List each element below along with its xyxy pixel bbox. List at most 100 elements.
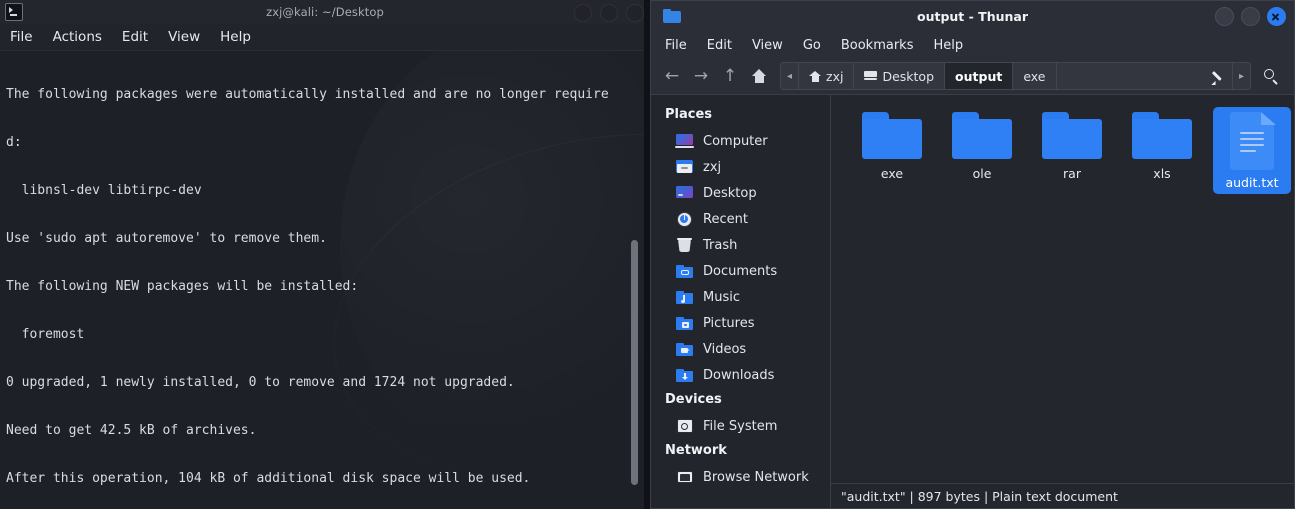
- sidebar-item-desktop[interactable]: Desktop: [651, 180, 830, 206]
- thunar-sidebar: Places Computer zxj Desktop Recent Trash…: [651, 95, 831, 508]
- thunar-menubar: File Edit View Go Bookmarks Help: [651, 31, 1294, 59]
- terminal-menu-edit[interactable]: Edit: [122, 29, 148, 45]
- desktop-icon: [864, 70, 878, 82]
- sidebar-item-file-system[interactable]: File System: [651, 413, 830, 439]
- maximize-button[interactable]: [1241, 7, 1260, 26]
- breadcrumb-scroll-left[interactable]: ◂: [781, 63, 800, 89]
- sidebar-item-browse-network[interactable]: Browse Network: [651, 464, 830, 490]
- harddisk-icon: [675, 418, 694, 434]
- breadcrumb-item-desktop[interactable]: Desktop: [854, 63, 946, 89]
- music-folder-icon: [675, 289, 694, 305]
- arrow-up-icon: ↑: [722, 65, 738, 86]
- terminal-titlebar[interactable]: zxj@kali: ~/Desktop: [0, 0, 650, 24]
- terminal-menu-help[interactable]: Help: [220, 29, 251, 45]
- sidebar-item-recent[interactable]: Recent: [651, 206, 830, 232]
- file-label: xls: [1153, 166, 1171, 181]
- terminal-title: zxj@kali: ~/Desktop: [266, 5, 384, 19]
- network-icon: [675, 469, 694, 485]
- file-item-ole[interactable]: ole: [943, 107, 1021, 194]
- thunar-window: output - Thunar File Edit View Go Bookma…: [650, 0, 1295, 509]
- sidebar-item-label: Downloads: [703, 367, 775, 383]
- back-button[interactable]: ←: [659, 63, 685, 89]
- desktop-icon: [675, 185, 694, 201]
- folder-icon: [1131, 112, 1193, 160]
- terminal-menubar: File Actions Edit View Help: [0, 24, 650, 51]
- terminal-menu-actions[interactable]: Actions: [53, 29, 102, 45]
- thunar-statusbar: "audit.txt" | 897 bytes | Plain text doc…: [831, 483, 1294, 508]
- arrow-left-icon: ←: [664, 65, 680, 86]
- forward-button[interactable]: →: [688, 63, 714, 89]
- sidebar-item-label: Music: [703, 289, 740, 305]
- terminal-line: After this operation, 104 kB of addition…: [6, 471, 531, 486]
- sidebar-item-label: Desktop: [703, 185, 757, 201]
- search-icon: [1263, 68, 1279, 84]
- terminal-line: d:: [6, 135, 22, 150]
- thunar-file-view[interactable]: exe ole rar xls audit.txt: [831, 95, 1294, 508]
- sidebar-item-label: Browse Network: [703, 469, 809, 485]
- arrow-right-icon: →: [693, 65, 709, 86]
- home-icon: [751, 69, 767, 83]
- breadcrumb: ◂ zxj Desktop output exe ▸: [780, 62, 1251, 90]
- breadcrumb-item-zxj[interactable]: zxj: [799, 63, 855, 89]
- thunar-menu-bookmarks[interactable]: Bookmarks: [841, 38, 914, 53]
- pictures-folder-icon: [675, 315, 694, 331]
- sidebar-group-network: Network: [665, 443, 727, 458]
- close-button[interactable]: [626, 4, 644, 22]
- sidebar-item-label: Computer: [703, 133, 768, 149]
- documents-folder-icon: [675, 263, 694, 279]
- terminal-line: 0 upgraded, 1 newly installed, 0 to remo…: [6, 375, 515, 390]
- breadcrumb-item-output[interactable]: output: [945, 63, 1014, 89]
- file-label: exe: [880, 166, 904, 181]
- terminal-menu-view[interactable]: View: [168, 29, 200, 45]
- terminal-output-area[interactable]: The following packages were automaticall…: [0, 51, 650, 509]
- recent-clock-icon: [675, 211, 694, 227]
- sidebar-item-computer[interactable]: Computer: [651, 128, 830, 154]
- file-item-xls[interactable]: xls: [1123, 107, 1201, 194]
- videos-folder-icon: [675, 341, 694, 357]
- minimize-button[interactable]: [574, 4, 592, 22]
- file-item-exe[interactable]: exe: [853, 107, 931, 194]
- thunar-menu-go[interactable]: Go: [803, 38, 821, 53]
- close-icon[interactable]: [1267, 7, 1286, 26]
- sidebar-item-music[interactable]: Music: [651, 284, 830, 310]
- pencil-icon[interactable]: [1212, 69, 1226, 83]
- sidebar-group-places: Places: [665, 107, 713, 122]
- folder-icon: [1041, 112, 1103, 160]
- sidebar-item-documents[interactable]: Documents: [651, 258, 830, 284]
- sidebar-item-pictures[interactable]: Pictures: [651, 310, 830, 336]
- parent-folder-button[interactable]: ↑: [717, 63, 743, 89]
- text-document-icon: [1228, 112, 1276, 170]
- home-button[interactable]: [746, 63, 772, 89]
- thunar-menu-file[interactable]: File: [665, 38, 687, 53]
- thunar-titlebar[interactable]: output - Thunar: [651, 1, 1294, 31]
- search-button[interactable]: [1256, 63, 1286, 89]
- minimize-button[interactable]: [1215, 7, 1234, 26]
- thunar-menu-help[interactable]: Help: [933, 38, 963, 53]
- terminal-menu-file[interactable]: File: [10, 29, 33, 45]
- sidebar-item-label: Documents: [703, 263, 778, 279]
- thunar-menu-view[interactable]: View: [752, 38, 783, 53]
- breadcrumb-label: Desktop: [882, 68, 935, 84]
- sidebar-item-downloads[interactable]: Downloads: [651, 362, 830, 388]
- breadcrumb-item-exe[interactable]: exe: [1013, 63, 1057, 89]
- sidebar-item-zxj[interactable]: zxj: [651, 154, 830, 180]
- thunar-menu-edit[interactable]: Edit: [707, 38, 732, 53]
- terminal-scrollbar[interactable]: [630, 51, 640, 509]
- sidebar-item-trash[interactable]: Trash: [651, 232, 830, 258]
- trash-icon: [675, 237, 694, 253]
- breadcrumb-scroll-right[interactable]: ▸: [1233, 63, 1250, 89]
- file-label: rar: [1063, 166, 1081, 181]
- folder-icon: [861, 112, 923, 160]
- thunar-content: Places Computer zxj Desktop Recent Trash…: [651, 94, 1294, 508]
- file-label: ole: [972, 166, 992, 181]
- terminal-line: foremost: [6, 327, 85, 342]
- path-input[interactable]: [1056, 63, 1233, 89]
- sidebar-item-videos[interactable]: Videos: [651, 336, 830, 362]
- downloads-folder-icon: [675, 367, 694, 383]
- terminal-right-edge: [644, 0, 650, 509]
- maximize-button[interactable]: [600, 4, 618, 22]
- terminal-scrollbar-thumb[interactable]: [631, 240, 638, 485]
- file-item-audit-txt[interactable]: audit.txt: [1213, 107, 1291, 194]
- file-item-rar[interactable]: rar: [1033, 107, 1111, 194]
- home-icon: [809, 70, 822, 82]
